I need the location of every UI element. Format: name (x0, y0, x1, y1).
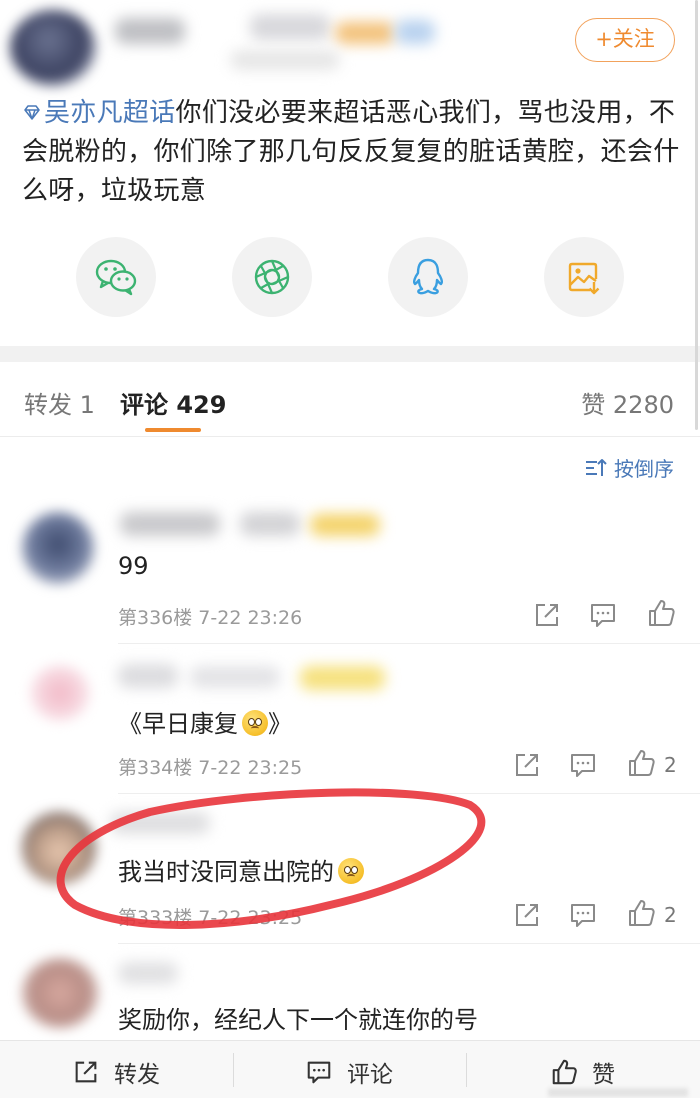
share-moments-button[interactable] (232, 237, 312, 317)
commenter-name-blurred[interactable] (110, 812, 210, 834)
tab-like[interactable]: 赞 2280 (581, 385, 674, 420)
share-qq-button[interactable] (388, 237, 468, 317)
comment-text-start: 《早日康复 (118, 710, 238, 738)
qq-icon (413, 258, 443, 295)
author-avatar[interactable] (10, 10, 96, 86)
comment-text: 《早日康复 》 (118, 704, 292, 739)
author-badge-blurred (395, 20, 435, 44)
bottom-comment-label[interactable]: 评论 (347, 1055, 393, 1089)
comment-text-end: 》 (268, 710, 292, 738)
commenter-avatar[interactable] (22, 812, 96, 884)
like-icon (552, 1059, 577, 1085)
bottom-divider (233, 1053, 234, 1087)
tab-comment[interactable]: 评论 429 (120, 385, 226, 420)
comment-text: 99 (118, 552, 149, 580)
comment-meta: 第336楼 7-22 23:26 (118, 607, 303, 629)
pleading-emoji-icon (338, 858, 364, 884)
like-icon[interactable] (626, 748, 656, 778)
tabs-divider (0, 436, 700, 437)
bottom-divider (466, 1053, 467, 1087)
topic-tag[interactable]: 吴亦凡超话 (22, 98, 176, 128)
like-count: 2 (664, 903, 677, 927)
commenter-badge-blurred (300, 666, 385, 690)
save-image-button[interactable] (544, 237, 624, 317)
post-content: 吴亦凡超话你们没必要来超话恶心我们，骂也没用，不会脱粉的，你们除了那几句反反复复… (22, 94, 680, 211)
comment-icon[interactable] (568, 900, 598, 930)
commenter-badge-blurred (310, 514, 380, 536)
commenter-name-blurred[interactable] (120, 512, 220, 536)
comment-meta: 第334楼 7-22 23:25 (118, 757, 303, 779)
bottom-like-button[interactable]: 赞 (550, 1055, 615, 1089)
like-icon[interactable] (626, 898, 656, 928)
comment-divider (118, 943, 700, 944)
like-count: 2 (664, 753, 677, 777)
section-divider (0, 346, 700, 362)
topic-tag-label[interactable]: 吴亦凡超话 (44, 98, 176, 128)
comment-divider (118, 793, 700, 794)
tab-repost[interactable]: 转发 1 (24, 385, 95, 420)
scrollbar[interactable] (695, 0, 698, 430)
comment-divider (118, 643, 700, 644)
commenter-name-blurred[interactable] (118, 962, 178, 984)
save-image-icon (568, 262, 600, 295)
share-wechat-button[interactable] (76, 237, 156, 317)
author-badge-blurred (250, 14, 330, 40)
post-time-blurred (230, 50, 340, 70)
repost-icon[interactable] (512, 750, 542, 780)
sort-button[interactable]: 按倒序 (584, 453, 674, 482)
comment-text: 我当时没同意出院的 (118, 852, 364, 887)
commenter-badge-blurred (240, 512, 300, 536)
pleading-emoji-icon (242, 710, 268, 736)
comment-icon[interactable] (568, 750, 598, 780)
sort-icon (586, 458, 607, 476)
sort-label[interactable]: 按倒序 (614, 453, 674, 482)
commenter-avatar[interactable] (30, 665, 90, 721)
comment-icon[interactable] (588, 600, 618, 630)
watermark-blurred (548, 1088, 688, 1097)
comment-icon (307, 1061, 331, 1084)
commenter-avatar[interactable] (22, 512, 94, 584)
bottom-comment-button[interactable]: 评论 (305, 1055, 393, 1089)
follow-button[interactable]: +关注 (575, 18, 675, 62)
commenter-name-blurred (190, 666, 280, 688)
moments-icon (254, 259, 290, 295)
author-name-blurred[interactable] (115, 18, 185, 44)
repost-icon (75, 1061, 97, 1083)
commenter-avatar[interactable] (22, 958, 98, 1028)
repost-icon[interactable] (512, 900, 542, 930)
repost-icon[interactable] (532, 600, 562, 630)
like-icon[interactable] (646, 598, 676, 628)
author-badge-blurred (335, 22, 395, 44)
bottom-repost-label[interactable]: 转发 (114, 1055, 160, 1089)
commenter-name-blurred[interactable] (118, 664, 178, 688)
bottom-repost-button[interactable]: 转发 (72, 1055, 160, 1089)
comment-meta: 第333楼 7-22 23:25 (118, 907, 303, 929)
active-tab-indicator (145, 428, 201, 432)
wechat-icon (95, 259, 137, 296)
comment-text-body: 我当时没同意出院的 (118, 858, 334, 886)
diamond-icon (24, 105, 40, 120)
bottom-like-label[interactable]: 赞 (592, 1055, 615, 1089)
comment-text: 奖励你，经纪人下一个就连你的号 (118, 1006, 478, 1034)
